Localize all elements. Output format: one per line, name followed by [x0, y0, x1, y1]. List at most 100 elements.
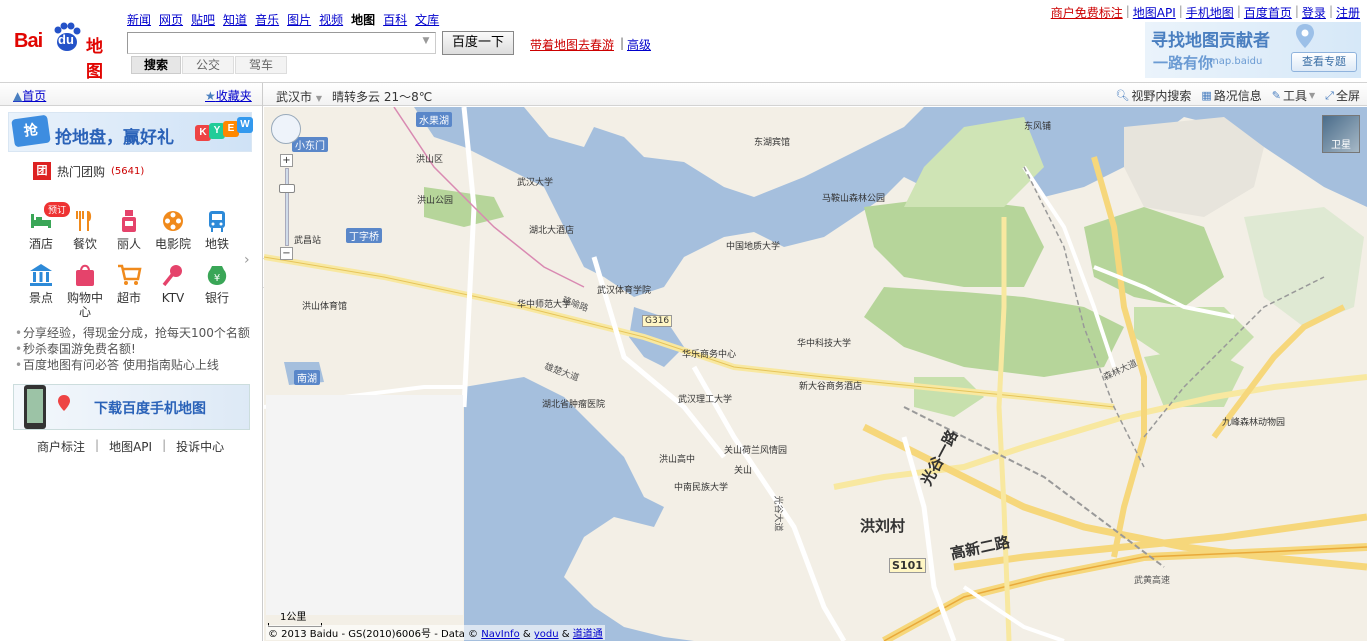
wrench-icon: ✎ [1271, 89, 1281, 102]
map-label: 九峰森林动物园 [1222, 418, 1286, 428]
category-beauty[interactable]: 丽人 [107, 208, 151, 254]
chevron-down-icon[interactable]: ▼ [420, 36, 432, 50]
map-canvas[interactable]: 水果湖 小东门 丁字桥 南湖 洪山区 武汉大学 洪山公园 湖北大酒店 武昌站 洪… [264, 107, 1367, 641]
category-restaurant[interactable]: 餐饮 [63, 208, 107, 254]
fullscreen-icon: ⤢ [1325, 88, 1334, 102]
category-scenic[interactable]: 景点 [19, 262, 63, 308]
shopping-icon [76, 264, 94, 286]
map-pin-icon [1296, 24, 1314, 48]
header: Bai du 地图 新闻 网页 贴吧 知道 音乐 图片 视频 地图 百科 文库 … [0, 0, 1367, 82]
navinfo-link[interactable]: NavInfo [481, 629, 519, 640]
complaint-link[interactable]: 投诉中心 [176, 438, 224, 455]
map-label: 武汉体育学院 [597, 286, 652, 296]
svg-text:¥: ¥ [214, 273, 220, 284]
search-button[interactable]: 百度一下 [442, 31, 514, 55]
nav-video[interactable]: 视频 [319, 11, 343, 28]
zoom-in-button[interactable]: + [280, 154, 293, 167]
map-label: 武汉理工大学 [678, 395, 733, 405]
merchant-label-link[interactable]: 商户免费标注 [1051, 4, 1123, 21]
fullscreen-label: 全屏 [1335, 89, 1360, 103]
beauty-icon [122, 210, 136, 232]
view-topic-button[interactable]: 查看专题 [1291, 52, 1357, 72]
category-label: 购物中心 [66, 291, 103, 319]
category-ktv[interactable]: KTV [151, 262, 195, 308]
pan-control[interactable] [271, 114, 301, 144]
tab-search[interactable]: 搜索 [131, 56, 181, 74]
copyright-text: © 2013 Baidu - GS(2010)6006号 - Data © [268, 629, 479, 640]
map-label: 洪刘村 [860, 517, 906, 535]
mobile-map-link[interactable]: 手机地图 [1186, 4, 1234, 21]
tab-drive[interactable]: 驾车 [235, 56, 287, 74]
search-mode-tabs: 搜索 公交 驾车 [131, 56, 288, 74]
nav-tieba[interactable]: 贴吧 [191, 11, 215, 28]
map-label: 湖北省肿瘤医院 [542, 400, 606, 410]
zoom-slider-handle[interactable] [279, 184, 295, 193]
fullscreen-tool[interactable]: ⤢ 全屏 [1325, 87, 1360, 104]
sub-toolbar: ▲首页 ★收藏夹 武汉市 ▼ 晴转多云 21～8℃ 🔍︎ 视野内搜索 ▦ 路况信息 … [0, 82, 1367, 106]
search-icon: 🔍︎ [1115, 89, 1130, 102]
nav-zhidao[interactable]: 知道 [223, 11, 247, 28]
daodaotong-link[interactable]: 道道通 [573, 629, 603, 640]
category-bank[interactable]: ¥ 银行 [195, 262, 239, 308]
groupon-link[interactable]: 团 热门团购 (5641) [33, 162, 144, 180]
scale-label: 1公里 [280, 612, 307, 623]
yodu-link[interactable]: yodu [534, 629, 559, 640]
link-separator: | [620, 36, 625, 50]
satellite-label: 卫星 [1331, 140, 1351, 151]
chevron-right-icon[interactable]: › [244, 252, 250, 268]
promo-link[interactable]: 带着地图去春游 [530, 36, 614, 53]
map-label: 武黄高速 [1134, 576, 1171, 586]
traffic-tool[interactable]: ▦ 路况信息 [1201, 87, 1261, 104]
map-label: 新大谷商务酒店 [799, 382, 863, 392]
download-text: 下载百度手机地图 [94, 401, 206, 417]
register-link[interactable]: 注册 [1336, 4, 1360, 21]
category-subway[interactable]: 地铁 [195, 208, 239, 254]
satellite-toggle[interactable]: 卫星 [1322, 115, 1360, 153]
favorites-link[interactable]: ★收藏夹 [205, 87, 252, 104]
banner-title: 寻找地图贡献者 [1151, 31, 1270, 51]
view-search-tool[interactable]: 🔍︎ 视野内搜索 [1115, 87, 1191, 104]
product-nav: 新闻 网页 贴吧 知道 音乐 图片 视频 地图 百科 文库 [127, 11, 447, 28]
category-supermarket[interactable]: 超市 [107, 262, 151, 308]
groupon-icon: 团 [33, 162, 51, 180]
scenic-icon [30, 264, 52, 286]
baidu-map-logo[interactable]: Bai du 地图 [14, 22, 118, 82]
tools-menu[interactable]: ✎ 工具 ▼ [1272, 87, 1315, 104]
category-cinema[interactable]: 电影院 [151, 208, 195, 254]
zoom-slider-track[interactable] [285, 168, 289, 246]
ad-badge: 抢 [11, 114, 51, 148]
home-icon: ▲ [13, 89, 23, 103]
nav-news[interactable]: 新闻 [127, 11, 151, 28]
download-app-banner[interactable]: 下载百度手机地图 [13, 384, 250, 430]
zoom-control: + − [271, 114, 303, 260]
map-api-footer-link[interactable]: 地图API [109, 438, 152, 455]
search-input[interactable] [127, 32, 436, 54]
city-selector[interactable]: 武汉市 ▼ [276, 88, 322, 105]
promo-ad-banner[interactable]: 抢 抢地盘，赢好礼 K Y E W [8, 112, 253, 152]
hotel-icon [31, 214, 51, 228]
advanced-search-link[interactable]: 高级 [627, 36, 651, 53]
supermarket-icon [118, 264, 142, 285]
nav-images[interactable]: 图片 [287, 11, 311, 28]
map-label: 丁字桥 [346, 228, 382, 243]
category-hotel[interactable]: 酒店 [19, 208, 63, 254]
tip-item[interactable]: 秒杀泰国游免费名额! [13, 341, 257, 357]
nav-music[interactable]: 音乐 [255, 11, 279, 28]
map-label: G316 [642, 315, 673, 327]
category-shopping[interactable]: 购物中心 [63, 262, 107, 319]
top-links: 商户免费标注 | 地图API | 手机地图 | 百度首页 | 登录 | 注册 [1050, 4, 1360, 21]
map-api-link[interactable]: 地图API [1133, 4, 1176, 21]
home-link[interactable]: ▲首页 [13, 87, 46, 104]
tab-bus[interactable]: 公交 [182, 56, 234, 74]
login-link[interactable]: 登录 [1302, 4, 1326, 21]
contributor-banner[interactable]: 寻找地图贡献者 一路有你 map.baidu 查看专题 [1145, 22, 1361, 78]
merchant-mark-link[interactable]: 商户标注 [37, 438, 85, 455]
banner-subtitle: 一路有你 [1153, 54, 1214, 72]
nav-web[interactable]: 网页 [159, 11, 183, 28]
zoom-out-button[interactable]: − [280, 247, 293, 260]
tip-item[interactable]: 百度地图有问必答 使用指南贴心上线 [13, 357, 257, 373]
tip-item[interactable]: 分享经验，得现金分成，抢每天100个名额 [13, 325, 257, 341]
baidu-home-link[interactable]: 百度首页 [1244, 4, 1292, 21]
nav-wenku[interactable]: 文库 [415, 11, 439, 28]
nav-baike[interactable]: 百科 [383, 11, 407, 28]
